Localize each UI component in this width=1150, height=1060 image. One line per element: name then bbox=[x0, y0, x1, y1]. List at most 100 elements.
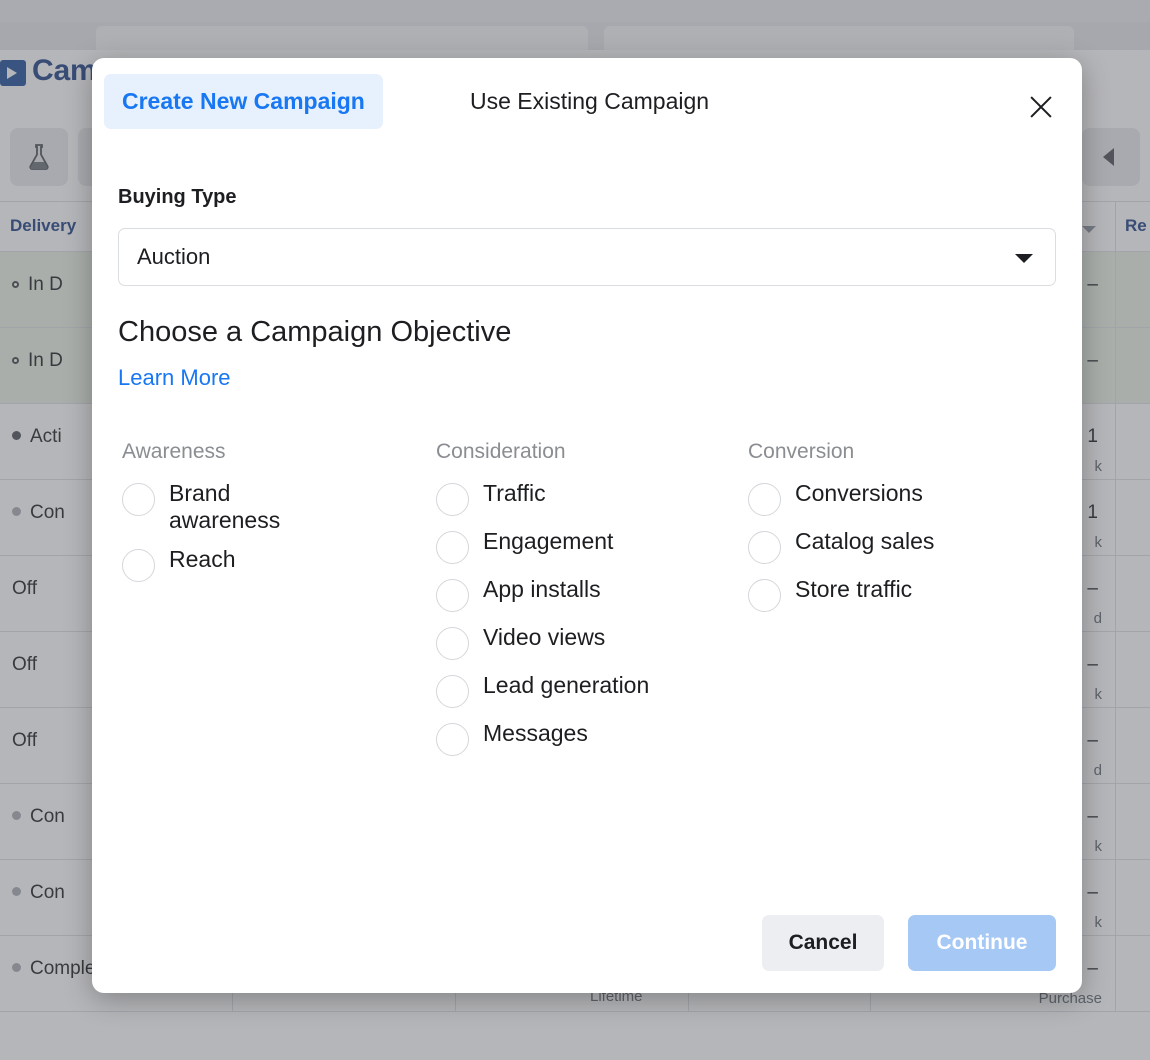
column-divider bbox=[1115, 632, 1116, 707]
cell-result-sub: d bbox=[1093, 762, 1102, 779]
flask-icon bbox=[29, 144, 49, 170]
objective-column-heading: Consideration bbox=[436, 440, 566, 463]
chevron-left-icon[interactable] bbox=[1082, 128, 1140, 186]
status-dot bbox=[12, 887, 21, 896]
objective-option-label: Messages bbox=[483, 720, 588, 746]
objective-option-brand-awareness[interactable]: Brand awareness bbox=[122, 480, 422, 534]
cancel-button[interactable]: Cancel bbox=[762, 915, 884, 971]
modal-footer: Cancel Continue bbox=[92, 893, 1082, 993]
objective-option-label: Engagement bbox=[483, 528, 614, 554]
column-divider bbox=[1115, 328, 1116, 403]
cell-delivery-status: Con bbox=[12, 882, 65, 904]
radio-button-icon[interactable] bbox=[122, 483, 155, 516]
radio-button-icon[interactable] bbox=[748, 483, 781, 516]
objective-option-store-traffic[interactable]: Store traffic bbox=[748, 576, 1048, 612]
cell-result: 1 bbox=[1087, 426, 1098, 447]
column-header-results[interactable]: Re bbox=[1125, 216, 1147, 236]
objective-column-conversion: Conversion Conversions Catalog sales Store … bbox=[748, 440, 1048, 624]
radio-button-icon[interactable] bbox=[436, 579, 469, 612]
cell-result: – bbox=[1087, 730, 1098, 751]
column-divider bbox=[1115, 252, 1116, 327]
cell-result-sub: k bbox=[1094, 686, 1103, 703]
objective-option-label: Traffic bbox=[483, 480, 546, 506]
radio-button-icon[interactable] bbox=[122, 548, 155, 582]
create-campaign-modal: Create New Campaign Use Existing Campaig… bbox=[92, 58, 1082, 993]
radio-button-icon[interactable] bbox=[436, 723, 469, 756]
continue-button[interactable]: Continue bbox=[908, 915, 1056, 971]
objective-option-label: Conversions bbox=[795, 480, 923, 506]
objective-option-lead-generation[interactable]: Lead generation bbox=[436, 672, 736, 708]
objective-heading: Choose a Campaign Objective bbox=[118, 316, 512, 348]
column-divider bbox=[1115, 708, 1116, 783]
buying-type-select[interactable]: Auction bbox=[118, 228, 1056, 286]
cell-delivery-status: Con bbox=[12, 502, 65, 524]
status-dot bbox=[12, 507, 21, 516]
radio-button-icon[interactable] bbox=[436, 675, 469, 708]
objective-option-conversions[interactable]: Conversions bbox=[748, 480, 1048, 516]
modal-tab-bar: Create New Campaign Use Existing Campaig… bbox=[92, 58, 1082, 150]
close-icon[interactable] bbox=[1024, 90, 1058, 124]
cell-result: – bbox=[1087, 350, 1098, 371]
play-triangle-icon bbox=[0, 60, 26, 86]
column-divider bbox=[1115, 936, 1116, 1011]
objective-option-engagement[interactable]: Engagement bbox=[436, 528, 736, 564]
tab-use-existing-campaign[interactable]: Use Existing Campaign bbox=[452, 74, 727, 129]
radio-button-icon[interactable] bbox=[436, 531, 469, 564]
objective-option-app-installs[interactable]: App installs bbox=[436, 576, 736, 612]
cell-result: – bbox=[1087, 578, 1098, 599]
cell-delivery-status: Con bbox=[12, 806, 65, 828]
radio-button-icon[interactable] bbox=[748, 579, 781, 612]
experiment-button[interactable] bbox=[10, 128, 68, 186]
radio-button-icon[interactable] bbox=[436, 483, 469, 516]
browser-tab-2[interactable] bbox=[604, 26, 1074, 52]
cell-delivery-status: Off bbox=[12, 654, 37, 675]
column-divider bbox=[1115, 202, 1116, 252]
status-dot bbox=[12, 357, 19, 364]
column-divider bbox=[1115, 556, 1116, 631]
tab-create-new-campaign[interactable]: Create New Campaign bbox=[104, 74, 383, 129]
cell-result: – bbox=[1087, 654, 1098, 675]
sort-caret-icon[interactable] bbox=[1082, 226, 1096, 233]
objective-option-messages[interactable]: Messages bbox=[436, 720, 736, 756]
radio-button-icon[interactable] bbox=[748, 531, 781, 564]
cell-result-sub: k bbox=[1094, 838, 1103, 855]
objective-option-label: Reach bbox=[169, 545, 236, 572]
objective-option-video-views[interactable]: Video views bbox=[436, 624, 736, 660]
objective-option-label: Lead generation bbox=[483, 672, 650, 698]
browser-tab-1[interactable] bbox=[96, 26, 588, 52]
column-header-delivery[interactable]: Delivery bbox=[10, 216, 76, 236]
objective-option-catalog-sales[interactable]: Catalog sales bbox=[748, 528, 1048, 564]
column-divider bbox=[1115, 480, 1116, 555]
column-divider bbox=[1115, 404, 1116, 479]
cell-delivery-status: In D bbox=[12, 350, 63, 372]
buying-type-label: Buying Type bbox=[118, 186, 237, 208]
cell-delivery-status: Off bbox=[12, 578, 37, 599]
cell-result: – bbox=[1087, 274, 1098, 295]
cell-result-sub: k bbox=[1094, 458, 1103, 475]
objective-column-consideration: Consideration Traffic Engagement App instal… bbox=[436, 440, 736, 768]
chevron-down-icon bbox=[1015, 254, 1033, 263]
objective-option-traffic[interactable]: Traffic bbox=[436, 480, 736, 516]
learn-more-link[interactable]: Learn More bbox=[118, 365, 231, 391]
objective-option-label: App installs bbox=[483, 576, 601, 602]
column-divider bbox=[1115, 784, 1116, 859]
objective-option-label: Video views bbox=[483, 624, 606, 650]
objective-option-label: Brand awareness bbox=[169, 480, 281, 533]
cell-result: – bbox=[1087, 882, 1098, 903]
objective-option-label: Catalog sales bbox=[795, 528, 935, 554]
cell-delivery-status: Acti bbox=[12, 426, 62, 448]
status-dot bbox=[12, 811, 21, 820]
cell-result: – bbox=[1087, 806, 1098, 827]
objective-column-awareness: Awareness Brand awareness Reach bbox=[122, 440, 422, 594]
objective-column-heading: Conversion bbox=[748, 440, 855, 463]
cell-result-sub: k bbox=[1094, 914, 1103, 931]
radio-button-icon[interactable] bbox=[436, 627, 469, 660]
chevron-left-glyph bbox=[1103, 148, 1114, 166]
cell-result-sub: k bbox=[1094, 534, 1103, 551]
objective-option-reach[interactable]: Reach bbox=[122, 546, 422, 582]
cell-delivery-status: Off bbox=[12, 730, 37, 751]
cell-result: – bbox=[1087, 958, 1098, 979]
objective-column-heading: Awareness bbox=[122, 440, 226, 463]
objective-option-label: Store traffic bbox=[795, 576, 913, 602]
cell-result: 1 bbox=[1087, 502, 1098, 523]
